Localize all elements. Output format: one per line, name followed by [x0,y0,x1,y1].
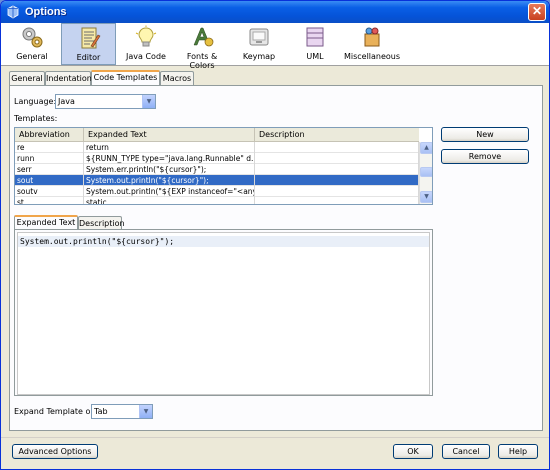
description-cell [255,197,419,204]
expanded-text-cell: static [84,197,255,204]
table-header: Abbreviation Expanded Text Description [15,128,419,142]
language-value: Java [58,97,75,106]
table-row[interactable]: re return [15,142,419,153]
chevron-down-icon[interactable]: ▼ [142,95,155,108]
expanded-text-cell: System.out.println("${EXP instanceof="<a… [86,186,255,197]
table-row[interactable]: soutv System.out.println("${EXP instance… [15,186,419,197]
scroll-thumb[interactable] [420,167,432,177]
tab-code-templates[interactable]: Code Templates [91,70,160,86]
category-general[interactable]: General [7,23,57,65]
category-label: Keymap [242,52,276,61]
column-header[interactable]: Expanded Text [84,128,255,142]
description-cell [255,142,419,153]
description-cell [255,186,419,197]
fonts-colors-icon [193,27,214,47]
abbreviation-cell: re [15,142,84,153]
category-label: Fonts & Colors [186,52,218,70]
description-cell [255,175,419,186]
column-header[interactable]: Abbreviation [15,128,84,142]
tab-general[interactable]: General [9,71,45,86]
description-cell [255,153,419,164]
app-icon [7,5,19,19]
editor-line[interactable]: System.out.println("${cursor}"); [18,236,429,247]
tab-label: Expanded Text [16,218,76,227]
category-miscellaneous[interactable]: Miscellaneous [341,23,403,65]
expanded-text-cell: return [84,142,255,153]
abbreviation-cell: runn [15,153,84,164]
new-button[interactable]: New [441,127,529,142]
tab-macros[interactable]: Macros [160,71,194,86]
table-row-selected[interactable]: sout System.out.println("${cursor}"); [15,175,419,186]
column-header[interactable]: Description [255,128,419,142]
expand-template-label: Expand Template on: [14,407,99,416]
category-label: General [16,52,48,61]
ok-button[interactable]: OK [393,444,433,459]
chevron-down-icon[interactable]: ▼ [139,405,152,418]
templates-table[interactable]: Abbreviation Expanded Text Description r… [14,127,433,205]
expanded-text-cell: System.out.println("${cursor}"); [84,175,255,186]
table-row[interactable]: st static [15,197,419,204]
advanced-options-button[interactable]: Advanced Options [12,444,98,459]
category-label: Editor [76,53,101,62]
footer-divider [1,437,549,438]
uml-icon [306,27,324,47]
abbreviation-cell: soutv [15,186,84,197]
cancel-button[interactable]: Cancel [442,444,490,459]
category-keymap[interactable]: Keymap [234,23,284,65]
general-icon [22,27,43,48]
close-icon: ✕ [531,4,543,18]
title-bar[interactable]: Options ✕ [1,1,549,23]
java-code-icon [135,25,157,47]
abbreviation-cell: sout [15,175,84,186]
scroll-down-icon[interactable]: ▼ [420,191,432,203]
window-title: Options [25,6,67,18]
expand-template-combo[interactable]: Tab ▼ [91,404,153,419]
category-label: UML [306,52,324,61]
category-uml[interactable]: UML [291,23,339,65]
help-button[interactable]: Help [498,444,538,459]
category-toolbar: General Editor Java Code Fonts & Colors … [1,23,549,70]
scroll-up-icon[interactable]: ▲ [420,142,432,154]
category-label: Java Code [126,52,166,61]
category-java-code[interactable]: Java Code [120,23,172,65]
expand-template-value: Tab [94,407,108,416]
miscellaneous-icon [364,27,380,47]
remove-button[interactable]: Remove [441,149,529,164]
table-row[interactable]: serr System.err.println("${cursor}"); [15,164,419,175]
template-editor[interactable]: System.out.println("${cursor}"); [17,232,430,395]
tab-label: Indentation [46,74,92,83]
tab-label: General [11,74,43,83]
category-fonts-colors[interactable]: Fonts & Colors [174,23,230,70]
table-scrollbar[interactable]: ▲ ▼ [419,142,432,204]
editor-icon [81,27,100,49]
language-combo[interactable]: Java ▼ [55,94,156,109]
keymap-icon [249,28,269,46]
expanded-text-cell: System.err.println("${cursor}"); [84,164,255,175]
description-cell [255,164,419,175]
tab-indentation[interactable]: Indentation [45,71,92,86]
tab-label: Macros [162,74,192,83]
category-editor[interactable]: Editor [61,23,116,65]
close-button[interactable]: ✕ [528,3,546,21]
tab-label: Description [79,219,125,228]
abbreviation-cell: serr [15,164,84,175]
category-label: Miscellaneous [343,52,401,61]
abbreviation-cell: st [15,197,84,204]
options-window: Options ✕ General Editor Java Code Fonts… [0,0,550,470]
table-row[interactable]: runn ${RUNN_TYPE type="java.lang.Runnabl… [15,153,419,164]
expanded-text-cell: ${RUNN_TYPE type="java.lang.Runnable" d.… [86,153,255,164]
templates-label: Templates: [14,114,58,123]
language-label: Language: [14,97,57,106]
tab-label: Code Templates [93,73,158,82]
